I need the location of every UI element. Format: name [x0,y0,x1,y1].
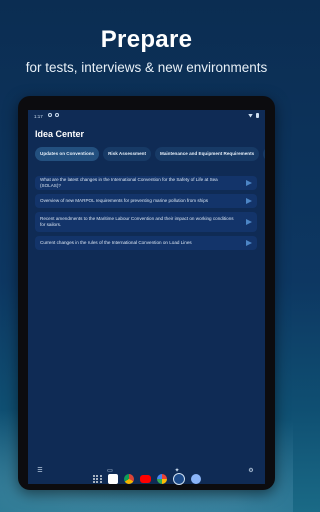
tablet-screen: 1:17 Idea Center Updates on Conventions … [28,110,265,484]
tablet-frame: 1:17 Idea Center Updates on Conventions … [18,96,275,490]
send-icon[interactable] [246,240,252,246]
prompt-card[interactable]: Recent amendments to the Maritime Labour… [35,212,257,232]
prompt-text: What are the latest changes in the Inter… [40,177,218,188]
menu-icon[interactable]: ☰ [36,467,44,475]
promo-subline: for tests, interviews & new environments [25,60,268,75]
battery-icon [256,113,259,118]
prompt-card[interactable]: Current changes in the rules of the Inte… [35,236,257,250]
messages-icon[interactable] [191,474,201,484]
tab-maintenance[interactable]: Maintenance and Equipment Requirements [155,147,260,161]
prompt-text: Current changes in the rules of the Inte… [40,240,192,245]
settings-icon[interactable]: ⚙ [247,467,255,475]
page-title: Idea Center [35,129,85,139]
photos-icon[interactable] [157,474,167,484]
notification-icon [48,113,52,117]
gmail-icon[interactable] [108,474,118,484]
status-bar: 1:17 [28,110,265,122]
send-icon[interactable] [246,180,252,186]
system-status [248,113,259,118]
youtube-icon[interactable] [140,475,151,483]
prompt-text: Recent amendments to the Maritime Labour… [40,216,234,227]
topic-tabs: Updates on Conventions Risk Assessment M… [35,147,265,161]
status-icons [48,113,59,117]
prompt-list: What are the latest changes in the Inter… [35,176,257,254]
tab-next[interactable]: Se [263,147,265,161]
prompt-card[interactable]: What are the latest changes in the Inter… [35,176,257,190]
apps-grid-icon[interactable] [93,474,102,484]
tab-updates-on-conventions[interactable]: Updates on Conventions [35,147,100,161]
app-dock [80,472,214,486]
send-icon[interactable] [246,198,252,204]
prompt-text: Overview of new MARPOL requirements for … [40,198,209,203]
prompt-card[interactable]: Overview of new MARPOL requirements for … [35,194,257,208]
status-time: 1:17 [34,114,43,119]
send-icon[interactable] [246,219,252,225]
app-icon[interactable] [173,473,185,485]
promo-headline: Prepare [100,26,193,53]
notification-icon [55,113,59,117]
chrome-icon[interactable] [124,474,134,484]
tab-risk-assessment[interactable]: Risk Assessment [103,147,151,161]
wifi-icon [248,113,253,118]
